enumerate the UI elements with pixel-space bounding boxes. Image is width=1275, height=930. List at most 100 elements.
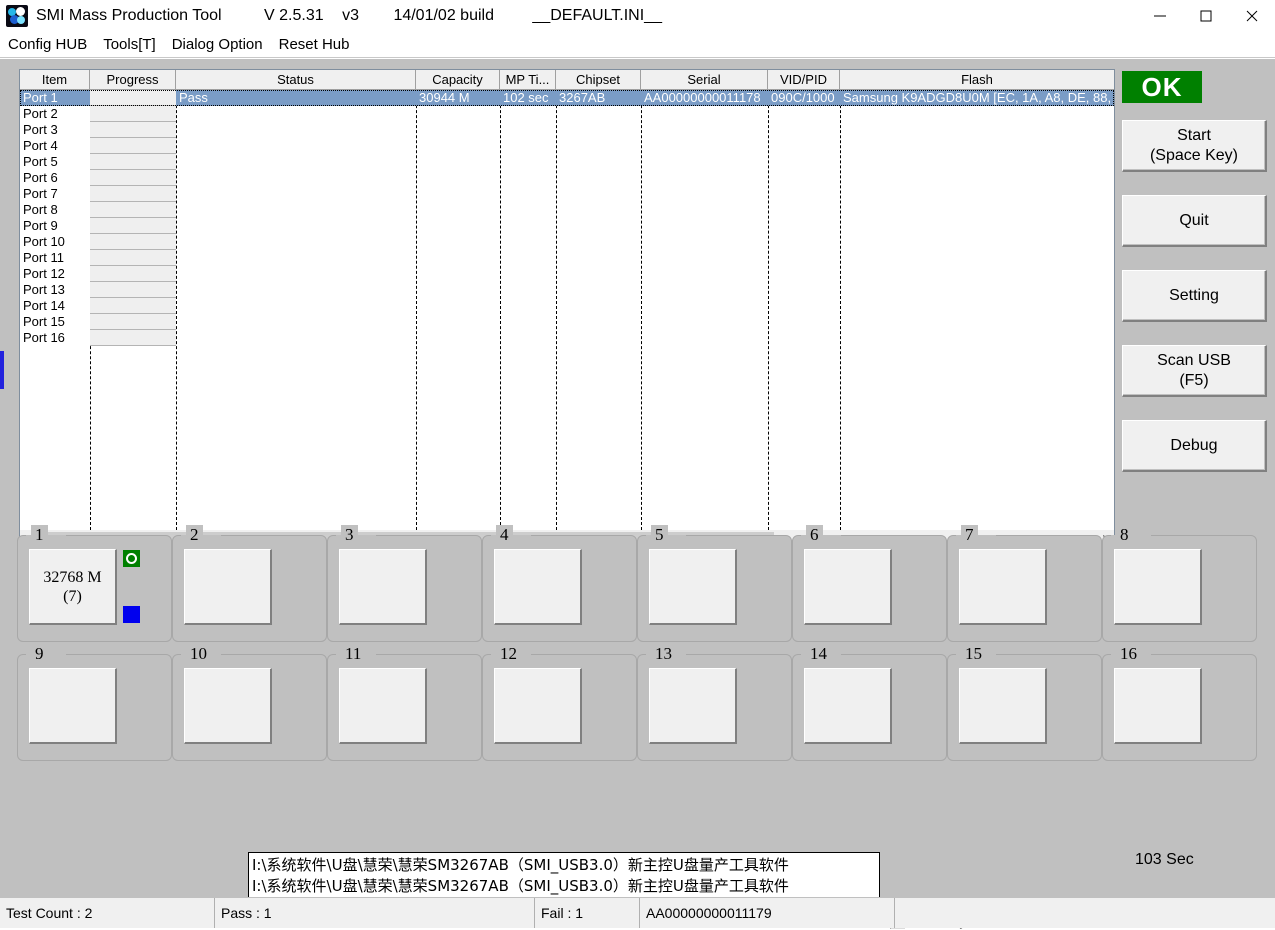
table-row[interactable]: Port 6 [20,170,1114,186]
cell-capacity [416,298,500,314]
cell-flash [840,154,1114,170]
debug-button-label: Debug [1170,436,1218,454]
window-title-version: V 2.5.31 [264,7,324,24]
port-slot-15[interactable]: 15 [947,644,1102,761]
cell-chipset: 3267AB [559,90,606,105]
cell-item: Port 15 [23,314,65,329]
column-header-mp-ti[interactable]: MP Ti... [500,70,556,90]
port-slot-7[interactable]: 7 [947,525,1102,642]
table-row[interactable]: Port 3 [20,122,1114,138]
table-row[interactable]: Port 11 [20,250,1114,266]
cell-flash: Samsung K9ADGD8U0M [EC, 1A, A8, DE, 88, [843,90,1112,105]
maximize-icon[interactable] [1183,0,1229,32]
table-row[interactable]: Port 8 [20,202,1114,218]
port-table-body[interactable]: Port 1 Pass 30944 M 102 sec 3267AB AA00000000… [20,90,1114,530]
status-extra [895,898,1275,928]
port-slot-10[interactable]: 10 [172,644,327,761]
cell-progress [90,90,176,106]
debug-button[interactable]: Debug [1122,420,1267,472]
port-slot-2[interactable]: 2 [172,525,327,642]
start-button-line2: (Space Key) [1149,146,1239,164]
column-header-capacity[interactable]: Capacity [416,70,500,90]
port-slot-6[interactable]: 6 [792,525,947,642]
port-slot-1[interactable]: 1 32768 M (7) [17,525,172,642]
port-slot-number: 5 [651,525,668,545]
cell-status [176,186,416,202]
port-slot-8[interactable]: 8 [1102,525,1257,642]
port-slot-13[interactable]: 13 [637,644,792,761]
table-row[interactable]: Port 1 Pass 30944 M 102 sec 3267AB AA00000000… [20,90,1114,106]
table-row[interactable]: Port 15 [20,314,1114,330]
table-row[interactable]: Port 9 [20,218,1114,234]
table-row[interactable]: Port 12 [20,266,1114,282]
port-slot-display [959,668,1047,744]
status-badge: OK [1122,71,1202,103]
port-slot-11[interactable]: 11 [327,644,482,761]
table-row[interactable]: Port 14 [20,298,1114,314]
port-slot-12[interactable]: 12 [482,644,637,761]
port-slot-number: 14 [806,644,831,664]
port-slot-display [959,549,1047,625]
menu-item-dialog-option[interactable]: Dialog Option [164,33,271,57]
cell-item: Port 11 [23,250,64,265]
scan-usb-button[interactable]: Scan USB (F5) [1122,345,1267,397]
port-slot-display [649,668,737,744]
cell-vid_pid [768,266,840,282]
cell-chipset [556,122,641,138]
status-pass-count: Pass : 1 [215,898,535,928]
port-slot-5[interactable]: 5 [637,525,792,642]
table-row[interactable]: Port 16 [20,330,1114,346]
column-header-progress[interactable]: Progress [90,70,176,90]
cell-mp_time [500,234,556,250]
setting-button[interactable]: Setting [1122,270,1267,322]
window-title-name: SMI Mass Production Tool [36,7,222,24]
table-row[interactable]: Port 13 [20,282,1114,298]
port-slot-14[interactable]: 14 [792,644,947,761]
column-header-status[interactable]: Status [176,70,416,90]
table-row[interactable]: Port 2 [20,106,1114,122]
port-slot-number: 4 [496,525,513,545]
cell-mp_time [500,122,556,138]
start-button[interactable]: Start (Space Key) [1122,120,1267,172]
port-slot-display [29,668,117,744]
cell-item: Port 7 [23,186,58,201]
column-header-serial[interactable]: Serial [641,70,768,90]
port-slot-number: 16 [1116,644,1141,664]
port-slot-display [1114,668,1202,744]
close-icon[interactable] [1229,0,1275,32]
quit-button[interactable]: Quit [1122,195,1267,247]
menu-item-config-hub[interactable]: Config HUB [0,33,95,57]
cell-mp_time [500,154,556,170]
port-slot-4[interactable]: 4 [482,525,637,642]
minimize-icon[interactable] [1137,0,1183,32]
table-row[interactable]: Port 7 [20,186,1114,202]
table-row[interactable]: Port 5 [20,154,1114,170]
cell-progress [90,234,176,250]
port-slot-3[interactable]: 3 [327,525,482,642]
port-slot-count: (7) [63,587,82,605]
column-header-vid-pid[interactable]: VID/PID [768,70,840,90]
port-slot-16[interactable]: 16 [1102,644,1257,761]
cell-mp_time [500,138,556,154]
table-row[interactable]: Port 4 [20,138,1114,154]
port-table[interactable]: Item Progress Status Capacity MP Ti... Chipse… [19,69,1115,530]
port-slot-number: 9 [31,644,48,664]
port-slot-number: 10 [186,644,211,664]
cell-serial [641,186,768,202]
status-fail-count: Fail : 1 [535,898,640,928]
menu-item-reset-hub[interactable]: Reset Hub [271,33,358,57]
cell-flash [840,330,1114,346]
column-header-chipset[interactable]: Chipset [556,70,641,90]
table-row[interactable]: Port 10 [20,234,1114,250]
port-slot-9[interactable]: 9 [17,644,172,761]
port-slot-row-1: 1 32768 M (7) 2 3 4 5 6 7 8 [17,525,1262,642]
cell-flash [840,170,1114,186]
cell-mp_time [500,218,556,234]
column-header-item[interactable]: Item [20,70,90,90]
column-header-flash[interactable]: Flash [840,70,1114,90]
cell-chipset [556,106,641,122]
cell-status [176,122,416,138]
cell-chipset [556,266,641,282]
cell-status [176,170,416,186]
menu-item-tools[interactable]: Tools[T] [95,33,164,57]
